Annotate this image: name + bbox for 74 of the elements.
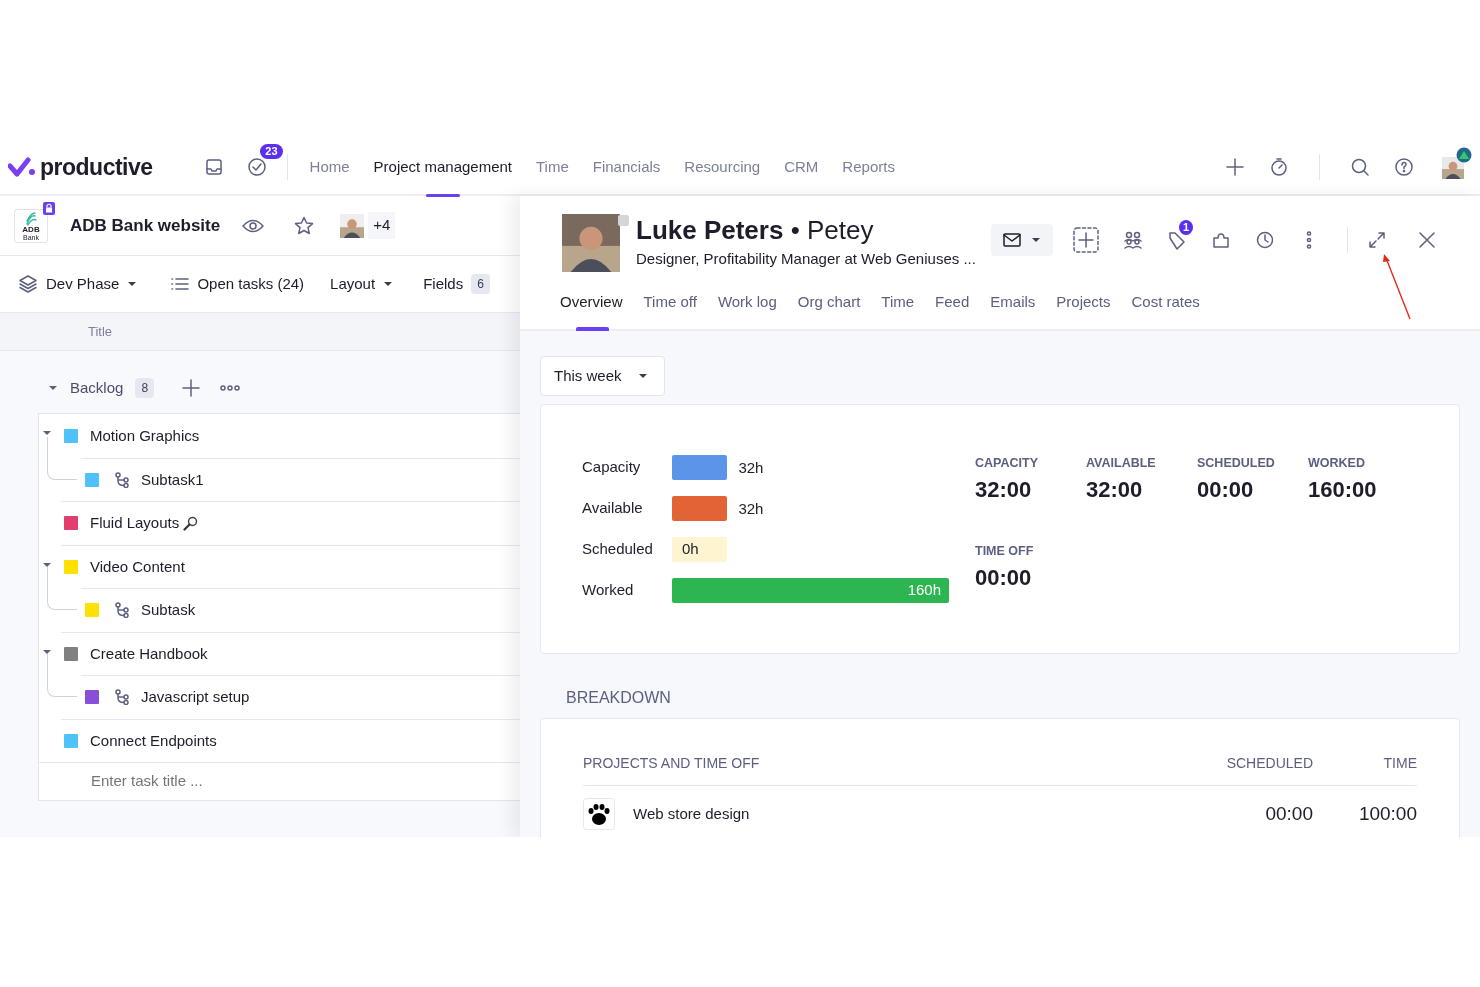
table-cell-text: 100:00 [1357, 801, 1417, 826]
fields-button[interactable]: Fields 6 [423, 272, 490, 296]
task-row[interactable]: Subtask1 [81, 457, 520, 501]
tab[interactable]: Time [881, 291, 915, 329]
member-count: +4 [368, 212, 396, 239]
bar-label: Available [582, 498, 644, 519]
column-header: PROJECTS AND TIME OFF [583, 754, 760, 773]
tab[interactable]: Work log [717, 291, 777, 329]
period-dropdown[interactable]: This week [540, 355, 665, 396]
column-header: TIME [1382, 754, 1417, 773]
person-name: Luke Peters • Petey [636, 214, 875, 246]
nav-link[interactable]: CRM [772, 140, 831, 195]
task-title[interactable]: Javascript setup [141, 686, 250, 709]
tab[interactable]: Time off [643, 291, 697, 329]
tab[interactable]: Feed [935, 291, 970, 329]
filter-button[interactable]: Open tasks (24) [171, 272, 305, 296]
tab[interactable]: Overview [560, 291, 623, 329]
task-row[interactable]: Motion Graphics [61, 414, 520, 458]
tab[interactable]: Org chart [797, 291, 861, 329]
person-subtitle: Designer, Profitability Manager at Web Geniuses ... [636, 249, 976, 269]
task-title[interactable]: Motion Graphics [90, 424, 200, 447]
task-title[interactable]: Subtask1 [141, 468, 204, 491]
task-count: 8 [135, 378, 155, 398]
task-title[interactable]: Subtask [141, 599, 196, 622]
tab[interactable]: Projects [1056, 291, 1111, 329]
nav-link[interactable]: Financials [580, 140, 673, 195]
bar-value: 160h [907, 580, 941, 601]
group-name: Backlog [70, 377, 124, 398]
column-header: Title [88, 322, 113, 341]
notification-count: 1 [1178, 220, 1193, 235]
stat-label: WORKED [1308, 455, 1366, 472]
bar-value: 32h [738, 499, 764, 519]
task-title[interactable]: Video Content [90, 555, 185, 578]
nav-link[interactable]: Reports [830, 140, 907, 195]
bar-label: Scheduled [582, 539, 654, 560]
stat-value: 160:00 [1308, 475, 1378, 504]
stat-label: SCHEDULED [1197, 455, 1276, 472]
stat-label: AVAILABLE [1086, 455, 1157, 472]
task-row[interactable]: Subtask [81, 588, 520, 632]
stat-value: 00:00 [975, 563, 1033, 592]
task-title[interactable]: Connect Endpoints [90, 729, 217, 752]
project-name[interactable]: Web store design [633, 802, 750, 826]
task-row[interactable]: Javascript setup [81, 675, 520, 719]
phase-dropdown[interactable]: Dev Phase [18, 272, 138, 296]
nav-link[interactable]: Time [524, 140, 581, 195]
task-row[interactable]: Connect Endpoints [61, 718, 520, 762]
bar-label: Capacity [582, 457, 642, 478]
section-title: BREAKDOWN [566, 688, 672, 708]
task-row[interactable]: Create Handbook [61, 631, 520, 675]
bar-value: 32h [738, 458, 764, 478]
task-title-input[interactable]: Enter task title ... [89, 769, 389, 794]
layout-dropdown[interactable]: Layout [330, 272, 394, 296]
tab[interactable]: Cost rates [1131, 291, 1200, 329]
tab[interactable]: Emails [990, 291, 1036, 329]
task-row[interactable]: Video Content [61, 544, 520, 588]
logo-text: ADB [22, 225, 40, 234]
project-title: ADB Bank website [70, 214, 221, 237]
logo-text: productive [40, 152, 153, 182]
nav-link[interactable]: Resourcing [672, 140, 773, 195]
task-title[interactable]: Create Handbook [90, 642, 208, 665]
column-header: SCHEDULED [1225, 754, 1313, 773]
nav-link[interactable]: Home [297, 140, 362, 195]
task-title[interactable]: Fluid Layouts [90, 512, 180, 535]
stat-label: TIME OFF [975, 542, 1035, 560]
task-row[interactable]: Fluid Layouts [61, 501, 520, 545]
stat-value: 32:00 [975, 475, 1033, 504]
stat-label: CAPACITY [975, 455, 1039, 472]
table-cell-text: 00:00 [1264, 801, 1313, 826]
stat-value: 32:00 [1086, 475, 1144, 504]
stat-value: 00:00 [1197, 475, 1255, 504]
bar-value: 0h [682, 539, 699, 560]
notification-count: 23 [260, 144, 283, 159]
bar-label: Worked [582, 580, 635, 601]
nav-link[interactable]: Project management [361, 140, 524, 195]
